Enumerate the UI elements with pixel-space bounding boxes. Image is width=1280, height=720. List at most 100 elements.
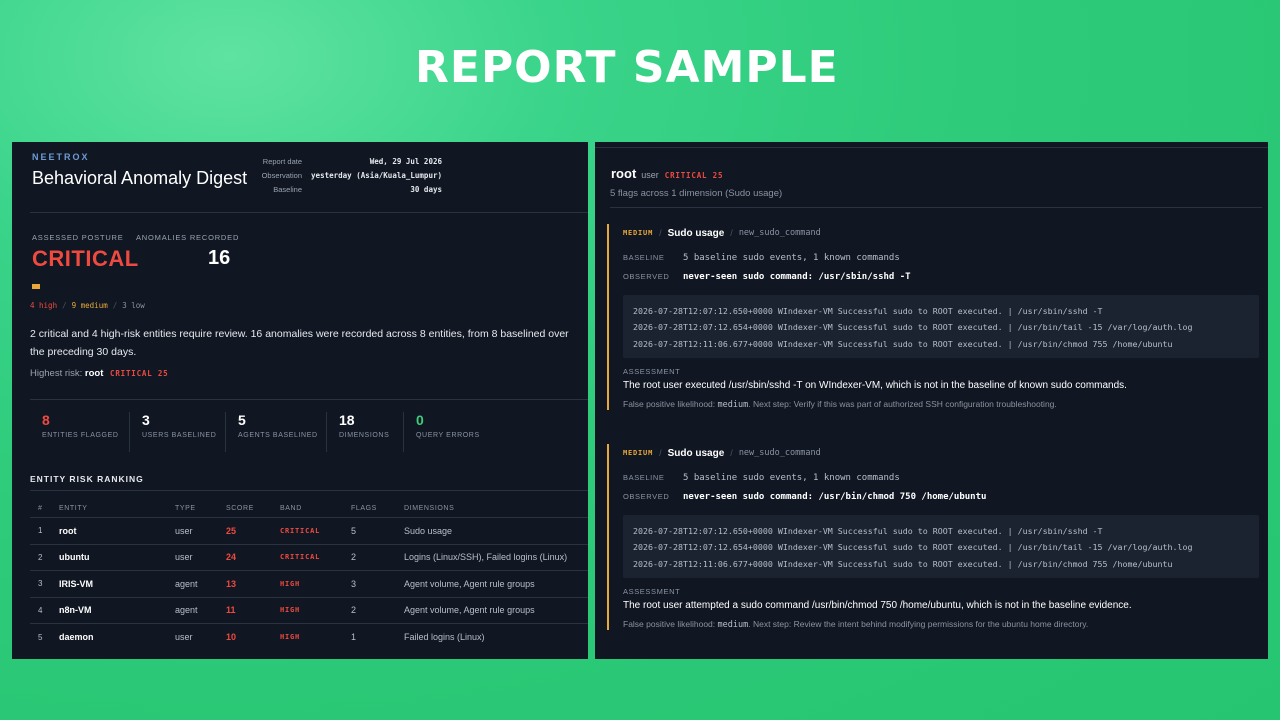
col-header: TYPE <box>175 505 196 512</box>
divider <box>595 147 1268 148</box>
row-entity: daemon <box>59 632 94 643</box>
false-positive-note: False positive likelihood: medium. Next … <box>623 399 1261 410</box>
stat-users-baselined: 3 USERS BASELINED <box>129 412 225 452</box>
stat-entities-flagged: 8 ENTITIES FLAGGED <box>30 412 129 452</box>
log-line: 2026-07-28T12:11:06.677+0000 WIndexer-VM… <box>633 558 1173 569</box>
count-low: 3 low <box>122 301 145 310</box>
page-title: Behavioral Anomaly Digest <box>32 168 248 188</box>
row-flags: 2 <box>351 552 357 563</box>
row-type: agent <box>175 605 198 616</box>
row-dimensions: Logins (Linux/SSH), Failed logins (Linux… <box>404 552 568 563</box>
row-dimensions: Agent volume, Agent rule groups <box>404 578 535 589</box>
finding-baseline: BASELINE 5 baseline sudo events, 1 known… <box>623 248 1261 267</box>
observed-value: never-seen sudo command: /usr/bin/chmod … <box>683 491 987 502</box>
finding-card: MEDIUM / Sudo usage / new_sudo_command B… <box>607 444 1261 630</box>
row-entity: IRIS-VM <box>59 578 94 589</box>
divider <box>30 490 588 491</box>
row-dimensions: Failed logins (Linux) <box>404 632 485 643</box>
row-rank: 4 <box>38 605 43 615</box>
row-type: user <box>175 632 193 643</box>
digest-summary-panel: NEETROX Behavioral Anomaly Digest Report… <box>12 142 588 659</box>
meta-value: Wed, 29 Jul 2026 <box>369 156 442 166</box>
entity-header: root user CRITICAL 25 <box>611 166 723 181</box>
severity-bar <box>32 284 40 289</box>
entity-type: user <box>641 170 659 180</box>
row-band: HIGH <box>280 579 301 588</box>
table-row[interactable]: 5 daemon user 10 HIGH 1 Failed logins (L… <box>30 624 588 651</box>
col-header: # <box>38 505 43 512</box>
log-evidence-box: 2026-07-28T12:07:12.650+0000 WIndexer-VM… <box>623 295 1259 358</box>
stat-dimensions: 18 DIMENSIONS <box>326 412 403 452</box>
row-entity: n8n-VM <box>59 605 92 616</box>
fp-rest: . Next step: Review the intent behind mo… <box>748 618 1089 629</box>
table-row[interactable]: 3 IRIS-VM agent 13 HIGH 3 Agent volume, … <box>30 571 588 598</box>
stat-value: 18 <box>339 412 355 428</box>
fp-value: medium <box>717 399 749 410</box>
summary-text: 2 critical and 4 high-risk entities requ… <box>30 328 569 358</box>
row-flags: 2 <box>351 605 357 616</box>
finding-observed: OBSERVED never-seen sudo command: /usr/b… <box>623 487 1261 506</box>
stat-label: DIMENSIONS <box>339 432 390 439</box>
stat-value: 8 <box>42 412 50 428</box>
col-header: SCORE <box>226 505 254 512</box>
severity-counts: 4 high/9 medium/3 low <box>30 301 145 310</box>
row-band: CRITICAL <box>280 526 321 535</box>
observed-value: never-seen sudo command: /usr/sbin/sshd … <box>683 271 911 282</box>
log-line: 2026-07-28T12:07:12.650+0000 WIndexer-VM… <box>633 526 1103 536</box>
stat-agents-baselined: 5 AGENTS BASELINED <box>225 412 326 452</box>
posture-label: ASSESSED POSTURE <box>32 233 124 242</box>
col-header: ENTITY <box>59 505 88 512</box>
fp-value: medium <box>717 619 749 630</box>
row-type: agent <box>175 578 198 589</box>
meta-label: Report date <box>262 156 302 166</box>
entity-detail-panel: root user CRITICAL 25 5 flags across 1 d… <box>595 142 1268 659</box>
observed-label: OBSERVED <box>623 492 670 501</box>
stats-row: 8 ENTITIES FLAGGED 3 USERS BASELINED 5 A… <box>30 412 503 452</box>
brand-name: NEETROX <box>32 152 90 162</box>
row-band: HIGH <box>280 633 301 642</box>
row-rank: 5 <box>38 632 43 642</box>
row-band: CRITICAL <box>280 553 321 562</box>
row-rank: 3 <box>38 579 43 589</box>
meta-label: Observation <box>261 170 302 180</box>
finding-card: MEDIUM / Sudo usage / new_sudo_command B… <box>607 224 1261 410</box>
baseline-value: 5 baseline sudo events, 1 known commands <box>683 472 900 483</box>
row-rank: 1 <box>38 526 43 536</box>
stat-value: 0 <box>416 412 424 428</box>
count-high: 4 high <box>30 301 58 310</box>
stat-value: 5 <box>238 412 246 428</box>
meta-row-report-date: Report date Wed, 29 Jul 2026 <box>250 154 442 168</box>
finding-key: new_sudo_command <box>738 228 821 238</box>
finding-observed: OBSERVED never-seen sudo command: /usr/s… <box>623 267 1261 286</box>
row-score: 24 <box>226 552 237 563</box>
table-row[interactable]: 1 root user 25 CRITICAL 5 Sudo usage <box>30 518 588 545</box>
row-score: 10 <box>226 632 237 643</box>
table-row[interactable]: 4 n8n-VM agent 11 HIGH 2 Agent volume, A… <box>30 598 588 624</box>
finding-header: MEDIUM / Sudo usage / new_sudo_command <box>623 227 821 239</box>
anomalies-value: 16 <box>208 247 231 269</box>
log-line: 2026-07-28T12:07:12.654+0000 WIndexer-VM… <box>633 542 1193 553</box>
row-entity: ubuntu <box>59 552 90 563</box>
table-header: # ENTITY TYPE SCORE BAND FLAGS DIMENSION… <box>30 500 588 518</box>
assessment-label: ASSESSMENT <box>623 366 681 376</box>
log-line: 2026-07-28T12:07:12.654+0000 WIndexer-VM… <box>633 322 1193 333</box>
entity-name: root <box>611 166 637 181</box>
finding-header: MEDIUM / Sudo usage / new_sudo_command <box>623 447 821 459</box>
meta-row-baseline: Baseline 30 days <box>250 182 442 196</box>
table-row[interactable]: 2 ubuntu user 24 CRITICAL 2 Logins (Linu… <box>30 545 588 571</box>
entity-subtitle: 5 flags across 1 dimension (Sudo usage) <box>610 188 783 199</box>
row-type: user <box>175 552 193 563</box>
col-header: DIMENSIONS <box>404 505 455 512</box>
stat-label: QUERY ERRORS <box>416 432 480 439</box>
entity-risk-badge: CRITICAL 25 <box>664 171 724 180</box>
row-band: HIGH <box>280 606 301 615</box>
meta-row-observation: Observation yesterday (Asia/Kuala_Lumpur… <box>250 168 442 182</box>
anomalies-label: ANOMALIES RECORDED <box>136 233 240 242</box>
report-sample-headline: REPORT SAMPLE <box>415 42 839 93</box>
report-meta: Report date Wed, 29 Jul 2026 Observation… <box>250 154 442 196</box>
entity-risk-table: # ENTITY TYPE SCORE BAND FLAGS DIMENSION… <box>30 500 588 651</box>
row-entity: root <box>59 525 77 536</box>
log-line: 2026-07-28T12:07:12.650+0000 WIndexer-VM… <box>633 306 1103 316</box>
divider <box>30 399 588 400</box>
row-score: 13 <box>226 578 237 589</box>
